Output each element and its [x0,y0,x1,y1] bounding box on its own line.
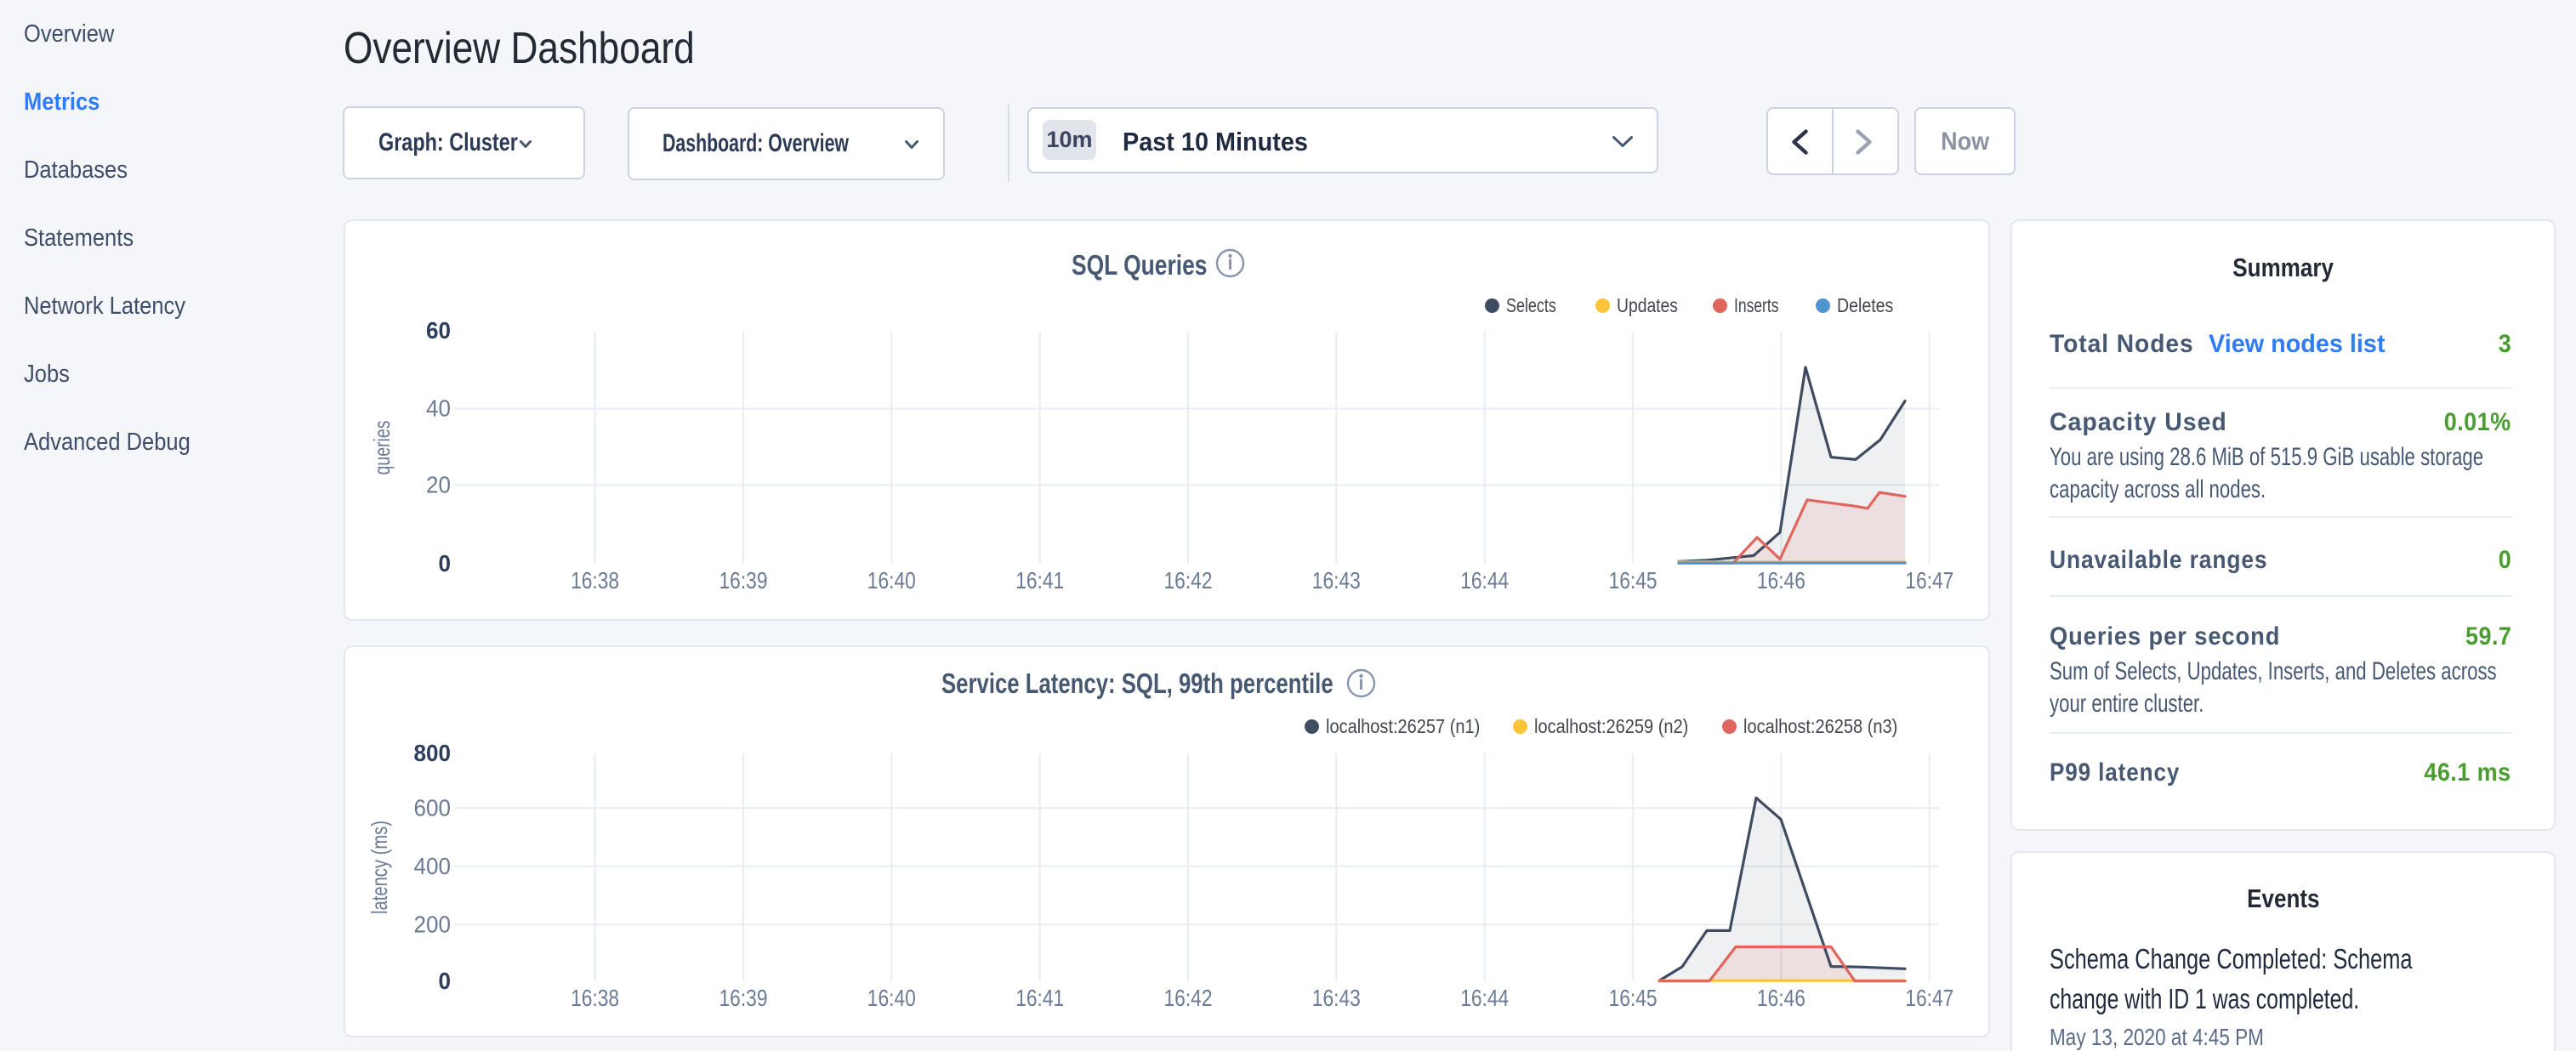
svg-text:60: 60 [426,317,451,344]
svg-text:16:43: 16:43 [1312,985,1361,1011]
svg-text:16:46: 16:46 [1757,985,1805,1011]
svg-text:600: 600 [414,794,452,821]
svg-text:16:46: 16:46 [1757,567,1805,594]
svg-text:16:47: 16:47 [1905,985,1953,1011]
svg-text:20: 20 [426,472,451,498]
svg-text:800: 800 [414,740,452,766]
svg-text:16:38: 16:38 [571,985,619,1011]
svg-text:16:42: 16:42 [1164,985,1213,1011]
svg-text:16:43: 16:43 [1312,567,1361,594]
svg-text:16:45: 16:45 [1609,985,1658,1011]
svg-text:latency (ms): latency (ms) [367,821,392,914]
svg-text:16:42: 16:42 [1164,567,1213,594]
svg-text:queries: queries [369,421,395,475]
svg-text:0: 0 [439,550,452,577]
svg-text:16:39: 16:39 [719,985,768,1011]
svg-text:16:44: 16:44 [1460,985,1509,1011]
svg-text:16:41: 16:41 [1015,567,1064,594]
svg-text:16:41: 16:41 [1015,985,1064,1011]
svg-text:16:39: 16:39 [719,567,768,594]
svg-text:16:40: 16:40 [867,985,916,1011]
svg-text:400: 400 [414,853,452,879]
svg-text:16:47: 16:47 [1905,567,1953,594]
svg-text:16:44: 16:44 [1460,567,1509,594]
svg-text:16:40: 16:40 [867,567,916,594]
svg-text:16:38: 16:38 [571,567,619,594]
svg-text:16:45: 16:45 [1609,567,1658,594]
svg-text:40: 40 [426,395,451,422]
svg-text:200: 200 [414,911,452,937]
svg-text:0: 0 [439,968,452,994]
